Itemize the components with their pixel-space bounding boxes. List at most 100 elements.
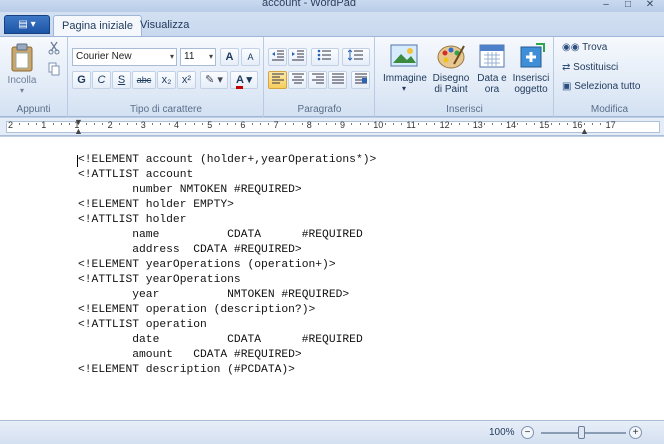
maximize-button[interactable]: □ [618, 0, 638, 10]
increase-indent-icon[interactable] [288, 48, 307, 66]
font-family-value: Courier New [76, 51, 132, 62]
ruler-tick [85, 123, 87, 125]
tab-home[interactable]: Pagina iniziale [53, 15, 142, 36]
bold-button[interactable]: G [72, 71, 91, 89]
left-indent-marker[interactable]: ▲ [74, 126, 83, 136]
document-area[interactable]: <!ELEMENT account (holder+,yearOperation… [0, 137, 664, 420]
document-line: <!ELEMENT account (holder+,yearOperation… [78, 154, 377, 166]
shrink-font-button[interactable]: A [241, 48, 260, 66]
document-line: name CDATA #REQUIRED [78, 229, 363, 241]
editing-group-label: Modifica [590, 104, 629, 115]
font-color-button[interactable]: A ▾ [230, 71, 258, 89]
ruler-tick [260, 123, 261, 125]
italic-button[interactable]: C [92, 71, 111, 89]
ruler-tick [235, 123, 237, 125]
document-line: <!ELEMENT yearOperations (operation+)> [78, 259, 336, 271]
paste-button[interactable]: Incolla ▾ [4, 39, 40, 95]
ruler-tick [550, 123, 552, 125]
ruler-tick [384, 123, 386, 125]
ruler-label: 11 [406, 120, 416, 130]
align-right-icon[interactable] [308, 71, 327, 89]
font-group: Courier New ▾ 11 ▾ A A G C S abc x₂ x² ✎… [69, 37, 264, 117]
zoom-slider-thumb[interactable] [577, 426, 585, 439]
app-menu-button[interactable]: ▤ ▾ [4, 15, 50, 34]
ruler-tick [19, 123, 21, 125]
clipboard-group-label: Appunti [16, 104, 51, 115]
line-spacing-icon [347, 49, 363, 61]
chevron-down-icon: ▾ [401, 84, 406, 93]
font-family-select[interactable]: Courier New ▾ [72, 48, 177, 66]
ruler-tick [193, 123, 195, 125]
underline-button[interactable]: S [112, 71, 131, 89]
ruler-track [6, 121, 660, 133]
justify-icon[interactable] [328, 71, 347, 89]
ruler-tick [592, 123, 593, 125]
font-group-label: Tipo di carattere [130, 104, 202, 115]
replace-button[interactable]: ⇄ Sostituisci [561, 61, 657, 77]
cut-icon[interactable] [44, 41, 63, 59]
bullet-list-button[interactable] [311, 48, 339, 66]
zoom-in-button[interactable]: + [629, 426, 642, 439]
highlight-button[interactable]: ✎ ▾ [200, 71, 228, 89]
document-line: address CDATA #REQUIRED> [78, 244, 302, 256]
line-spacing-button[interactable] [342, 48, 370, 66]
picture-icon [390, 44, 418, 67]
document-line: <!ATTLIST account [78, 169, 194, 181]
document-line: <!ELEMENT operation (description?)> [78, 304, 316, 316]
superscript-button[interactable]: x² [177, 71, 196, 89]
copy-icon[interactable] [44, 62, 63, 80]
ruler-tick [351, 123, 353, 125]
insert-image-label: Immagine [383, 73, 427, 84]
decrease-indent-icon[interactable] [268, 48, 287, 66]
ruler-tick [326, 123, 328, 125]
right-indent-marker[interactable]: ▲ [580, 126, 589, 136]
replace-icon: ⇄ [562, 62, 571, 73]
paragraph-group-label: Paragrafo [297, 104, 342, 115]
title-bar: account - WordPad – □ ✕ [0, 0, 664, 12]
paint-drawing-button[interactable]: Disegno di Paint [429, 41, 473, 97]
ruler-tick [567, 123, 569, 125]
ruler-label: 2 [8, 120, 14, 130]
document-line: date CDATA #REQUIRED [78, 334, 363, 346]
ruler-label: 14 [506, 120, 517, 130]
tab-view[interactable]: Visualizza [132, 15, 197, 36]
document-line: year NMTOKEN #REQUIRED> [78, 289, 350, 301]
insert-image-button[interactable]: Immagine ▾ [382, 41, 427, 97]
ruler-tick [185, 123, 187, 125]
document-text[interactable]: <!ELEMENT account (holder+,yearOperation… [78, 153, 376, 378]
ruler-tick [127, 123, 129, 125]
close-button[interactable]: ✕ [640, 0, 660, 10]
ruler-tick [417, 123, 419, 125]
align-center-icon[interactable] [288, 71, 307, 89]
date-time-button[interactable]: Data e ora [475, 41, 509, 97]
ruler-tick [392, 123, 394, 125]
grow-font-button[interactable]: A [220, 48, 239, 66]
ruler-label: 17 [605, 120, 616, 130]
strikethrough-button[interactable]: abc [132, 71, 156, 89]
font-size-value: 11 [184, 51, 195, 62]
chevron-down-icon: ▾ [208, 52, 213, 61]
document-line: <!ATTLIST holder [78, 214, 187, 226]
ruler-tick [600, 123, 602, 125]
chevron-down-icon: ▾ [169, 52, 174, 61]
align-left-icon[interactable] [268, 71, 287, 89]
select-all-icon: ▣ [562, 81, 572, 92]
ruler-tick [484, 123, 486, 125]
ruler[interactable]: 2 1 1 2 3 4 5 6 7 8 9 10 11 12 13 14 15 16 17 ▼ ▲ ▲ [0, 117, 664, 136]
ruler-label: 2 [107, 120, 113, 130]
ruler-tick [450, 123, 452, 125]
ruler-label: 4 [174, 120, 180, 130]
minimize-button[interactable]: – [596, 0, 616, 10]
ruler-label: 9 [340, 120, 346, 130]
zoom-out-button[interactable]: − [521, 426, 534, 439]
paint-drawing-label: Disegno di Paint [432, 73, 470, 95]
font-size-select[interactable]: 11 ▾ [180, 48, 216, 66]
ruler-tick [52, 123, 54, 125]
ruler-tick [251, 123, 253, 125]
find-button[interactable]: ◉◉ Trova [561, 41, 651, 57]
select-all-button[interactable]: ▣ Seleziona tutto [561, 80, 663, 96]
ruler-tick [558, 123, 560, 125]
insert-object-button[interactable]: Inserisci oggetto [511, 41, 551, 97]
subscript-button[interactable]: x₂ [157, 71, 176, 89]
paragraph-settings-icon[interactable] [351, 71, 370, 89]
